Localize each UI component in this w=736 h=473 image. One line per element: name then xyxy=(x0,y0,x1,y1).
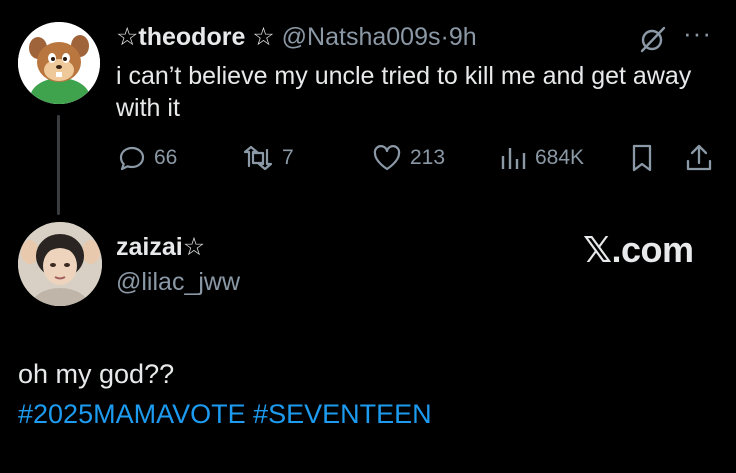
user-handle[interactable]: @Natsha009s xyxy=(282,23,441,51)
reply-button[interactable]: 66 xyxy=(118,143,177,173)
like-count: 213 xyxy=(410,146,446,169)
reply-count: 66 xyxy=(154,146,178,169)
reply-user-handle[interactable]: @lilac_jww xyxy=(116,268,240,297)
share-icon xyxy=(685,143,713,173)
retweet-count: 7 xyxy=(282,146,294,169)
share-button[interactable] xyxy=(685,143,713,173)
reply-text: oh my god?? xyxy=(18,359,175,389)
grok-icon[interactable] xyxy=(638,24,668,54)
tweet-text: i can’t believe my uncle tried to kill m… xyxy=(116,62,692,122)
retweet-icon xyxy=(242,144,274,172)
reply-avatar[interactable] xyxy=(18,222,102,306)
like-button[interactable]: 213 xyxy=(372,143,445,173)
reply-display-name[interactable]: zaizai☆ xyxy=(116,232,205,262)
tweet-header: ☆theodore ☆ @Natsha009s·9h xyxy=(116,22,477,52)
bookmark-button[interactable] xyxy=(630,143,654,173)
reply-icon xyxy=(118,144,146,172)
more-options-icon[interactable]: ··· xyxy=(683,20,717,52)
x-com-watermark: 𝕏.com xyxy=(583,229,694,270)
display-name[interactable]: ☆theodore ☆ xyxy=(116,23,275,51)
views-count: 684K xyxy=(535,146,585,169)
views-button[interactable]: 684K xyxy=(499,143,584,173)
timestamp[interactable]: 9h xyxy=(449,23,477,51)
avatar[interactable] xyxy=(18,22,100,104)
hashtag-link[interactable]: #2025MAMAVOTE xyxy=(18,399,246,429)
hashtag-link[interactable]: #SEVENTEEN xyxy=(253,399,432,429)
thread-connector xyxy=(57,115,60,215)
bookmark-icon xyxy=(630,143,654,173)
separator-dot: · xyxy=(440,23,449,51)
analytics-icon xyxy=(499,144,527,172)
heart-icon xyxy=(372,144,402,172)
retweet-button[interactable]: 7 xyxy=(242,143,294,173)
hashtag-line: #2025MAMAVOTE #SEVENTEEN xyxy=(18,399,432,430)
